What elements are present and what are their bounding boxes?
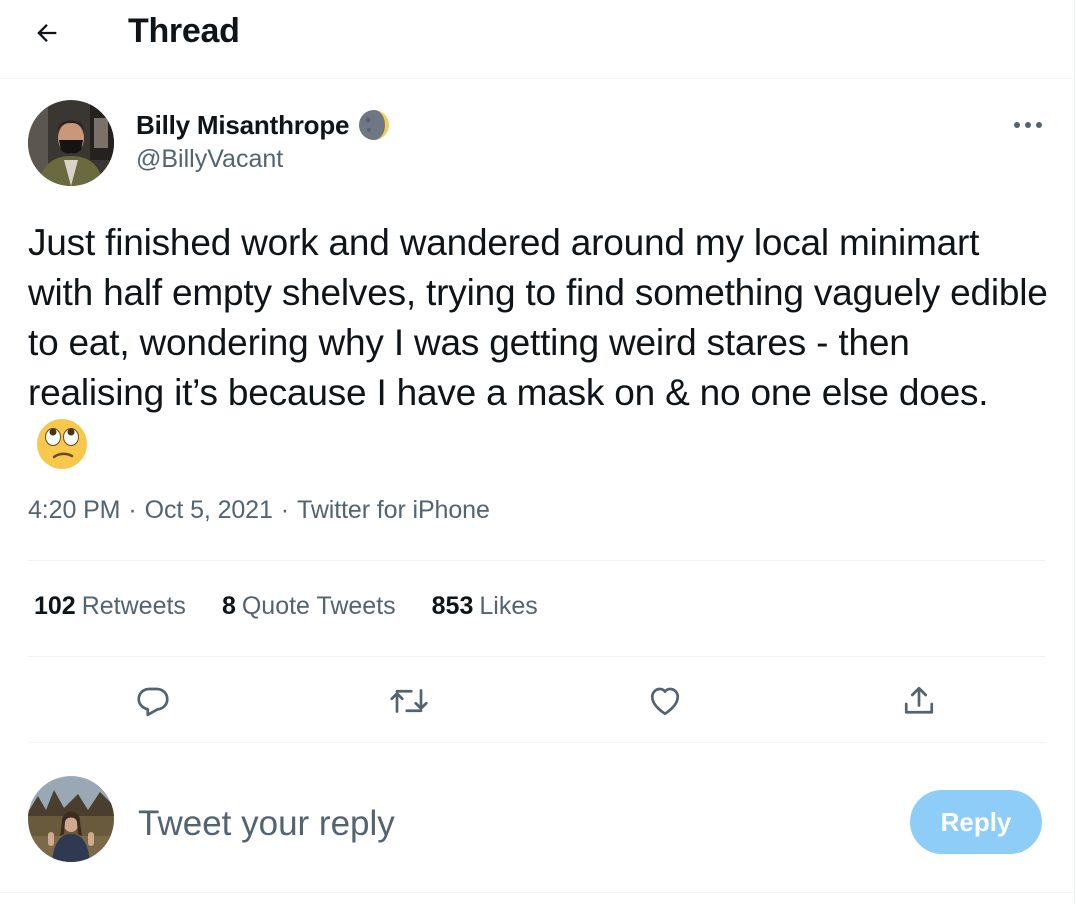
tweet-meta: 4:20 PM · Oct 5, 2021 · Twitter for iPhone [28,496,490,525]
like-button[interactable] [642,678,688,724]
likes-count: 853 [431,592,474,620]
share-icon [904,686,934,714]
divider [28,742,1046,743]
meta-separator: · [128,496,137,524]
quote-tweets-label: Quote Tweets [241,592,396,620]
retweet-icon [390,689,428,713]
retweets-count: 102 [34,592,76,620]
author-avatar[interactable] [28,100,114,186]
back-button[interactable] [26,12,68,54]
thread-header: Thread [0,0,1074,79]
quote-tweets-count: 8 [221,592,236,620]
tweet-text: Just finished work and wandered around m… [28,218,1048,483]
author-handle[interactable]: @BillyVacant [136,145,283,174]
meta-separator: · [280,496,290,524]
reply-submit-button[interactable]: Reply [910,790,1042,854]
tweet-source[interactable]: Twitter for iPhone [297,496,490,524]
reply-icon [137,687,169,717]
tweet-date[interactable]: Oct 5, 2021 [145,496,273,524]
face-with-rolling-eyes-icon [36,418,88,483]
likes-label: Likes [479,592,538,620]
moon-phase-icon [359,110,390,140]
retweet-button[interactable] [386,678,432,724]
reply-button[interactable] [130,678,176,724]
tweet-time[interactable]: 4:20 PM [28,496,121,524]
tweet-text-content: Just finished work and wandered around m… [28,222,1048,413]
like-icon [650,687,680,716]
user-avatar[interactable] [28,776,114,862]
author-name[interactable]: Billy Misanthrope [136,110,349,141]
more-horizontal-icon [1014,122,1042,128]
divider [28,656,1046,657]
tweet-stats: 102 Retweets 8 Quote Tweets 853 Likes [34,592,538,621]
quote-tweets-stat[interactable]: 8 Quote Tweets [222,592,396,621]
reply-input[interactable] [138,798,878,850]
retweets-stat[interactable]: 102 Retweets [34,592,186,621]
divider [28,560,1046,561]
retweets-label: Retweets [81,592,186,620]
thread-page: Thread Billy Misanthrope @BillyVacant Ju… [0,0,1075,904]
arrow-left-icon [37,24,57,42]
divider [0,892,1074,893]
likes-stat[interactable]: 853 Likes [432,592,538,621]
share-button[interactable] [896,678,942,724]
page-title: Thread [128,12,240,50]
more-options-button[interactable] [1004,106,1052,144]
author-name-row: Billy Misanthrope [136,108,391,142]
